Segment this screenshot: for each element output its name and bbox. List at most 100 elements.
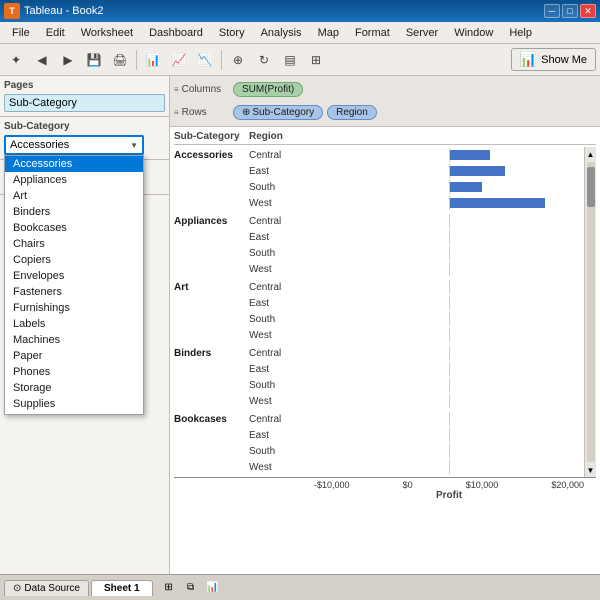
bar-acc-west (450, 198, 545, 208)
scroll-up-arrow[interactable]: ▲ (585, 147, 597, 161)
region-central-4: Central (249, 348, 314, 359)
toolbar-print[interactable]: 🖨 (108, 48, 132, 72)
dropdown-item-paper[interactable]: Paper (5, 348, 143, 364)
dropdown-item-tables[interactable]: Tables (5, 412, 143, 415)
columns-pill-profit[interactable]: SUM(Profit) (233, 82, 303, 97)
cat-name-accessories-s (174, 187, 249, 188)
dropdown-item-bookcases[interactable]: Bookcases (5, 220, 143, 236)
bar-area-bin-central (314, 346, 584, 360)
toolbar-chart2[interactable]: 📈 (167, 48, 191, 72)
duplicate-sheet-button[interactable]: ⧉ (181, 578, 201, 598)
data-source-tab[interactable]: ⊙ Data Source (4, 580, 89, 596)
menu-analysis[interactable]: Analysis (253, 25, 310, 41)
menu-help[interactable]: Help (501, 25, 540, 41)
menu-format[interactable]: Format (347, 25, 398, 41)
maximize-button[interactable]: □ (562, 4, 578, 18)
dropdown-item-accessories[interactable]: Accessories (5, 156, 143, 172)
scroll-thumb[interactable] (587, 167, 595, 207)
menu-window[interactable]: Window (446, 25, 501, 41)
pages-title: Pages (4, 80, 165, 91)
dropdown-item-fasteners[interactable]: Fasteners (5, 284, 143, 300)
toolbar-new[interactable]: ✦ (4, 48, 28, 72)
dropdown-item-appliances[interactable]: Appliances (5, 172, 143, 188)
category-group-accessories: Accessories Central (174, 147, 584, 211)
dropdown-item-art[interactable]: Art (5, 188, 143, 204)
dropdown-item-phones[interactable]: Phones (5, 364, 143, 380)
minimize-button[interactable]: ─ (544, 4, 560, 18)
cat-name-appliances-e (174, 237, 249, 238)
dropdown-item-labels[interactable]: Labels (5, 316, 143, 332)
rows-pill-subcategory[interactable]: ⊕ Sub-Category (233, 105, 323, 120)
show-me-icon: 📊 (520, 51, 537, 68)
cat-name-binders-s (174, 385, 249, 386)
pages-value[interactable]: Sub-Category (4, 94, 165, 112)
row-appliances-central: Appliances Central (174, 213, 584, 229)
sheet1-label: Sheet 1 (104, 583, 140, 594)
dropdown-item-copiers[interactable]: Copiers (5, 252, 143, 268)
dropdown-item-furnishings[interactable]: Furnishings (5, 300, 143, 316)
menu-worksheet[interactable]: Worksheet (73, 25, 141, 41)
cat-name-appliances: Appliances (174, 215, 249, 227)
pages-section: Pages Sub-Category (0, 76, 169, 117)
menu-dashboard[interactable]: Dashboard (141, 25, 211, 41)
rows-icon: ≡ (174, 108, 179, 117)
toolbar-forward[interactable]: ▶ (56, 48, 80, 72)
scroll-down-arrow[interactable]: ▼ (585, 463, 597, 477)
dropdown-item-storage[interactable]: Storage (5, 380, 143, 396)
cat-name-binders-e (174, 369, 249, 370)
bar-area-app-central (314, 214, 584, 228)
scroll-track[interactable] (587, 162, 595, 462)
region-west-5: West (249, 462, 314, 473)
bar-area-app-west (314, 262, 584, 276)
menu-story[interactable]: Story (211, 25, 253, 41)
dropdown-item-supplies[interactable]: Supplies (5, 396, 143, 412)
menu-server[interactable]: Server (398, 25, 446, 41)
cat-name-accessories-w (174, 203, 249, 204)
show-me-button[interactable]: 📊 Show Me (511, 48, 596, 71)
x-axis: -$10,000 $0 $10,000 $20,000 Profit (174, 477, 596, 507)
rows-shelf-label: ≡ Rows (174, 107, 229, 118)
region-central-2: Central (249, 216, 314, 227)
dropdown-item-chairs[interactable]: Chairs (5, 236, 143, 252)
close-button[interactable]: ✕ (580, 4, 596, 18)
toolbar-back[interactable]: ◀ (30, 48, 54, 72)
row-art-east: East (174, 295, 584, 311)
bar-area-bin-east (314, 362, 584, 376)
category-group-bookcases: Bookcases Central (174, 411, 584, 475)
dropdown-item-machines[interactable]: Machines (5, 332, 143, 348)
subcategory-section: Sub-Category Accessories ▼ Accessories A… (0, 117, 169, 160)
row-accessories-central: Accessories Central (174, 147, 584, 163)
toolbar-save[interactable]: 💾 (82, 48, 106, 72)
row-art-west: West (174, 327, 584, 343)
row-bookcases-south: South (174, 443, 584, 459)
region-south-3: South (249, 314, 314, 325)
row-appliances-west: West (174, 261, 584, 277)
menu-file[interactable]: File (4, 25, 38, 41)
toolbar-chart3[interactable]: 📉 (193, 48, 217, 72)
right-scrollbar[interactable]: ▲ ▼ (584, 147, 596, 477)
toolbar-filter[interactable]: ⊕ (226, 48, 250, 72)
subcategory-dropdown-trigger[interactable]: Accessories ▼ (4, 135, 144, 155)
dropdown-item-envelopes[interactable]: Envelopes (5, 268, 143, 284)
bar-area-acc-west (314, 196, 584, 210)
bar-area-acc-east (314, 164, 584, 178)
dropdown-item-binders[interactable]: Binders (5, 204, 143, 220)
toolbar-chart1[interactable]: 📊 (141, 48, 165, 72)
main-layout: Pages Sub-Category Sub-Category Accessor… (0, 76, 600, 574)
toolbar-group[interactable]: ▤ (278, 48, 302, 72)
add-dashboard-button[interactable]: 📊 (203, 578, 223, 598)
menu-map[interactable]: Map (310, 25, 347, 41)
sheet1-tab[interactable]: Sheet 1 (91, 580, 153, 596)
cat-name-bookcases-e (174, 435, 249, 436)
new-sheet-button[interactable]: ⊞ (159, 578, 179, 598)
rows-pill-region[interactable]: Region (327, 105, 377, 120)
menu-bar: File Edit Worksheet Dashboard Story Anal… (0, 22, 600, 44)
show-me-label: Show Me (541, 54, 587, 66)
dropdown-selected-value: Accessories (10, 139, 69, 151)
menu-edit[interactable]: Edit (38, 25, 73, 41)
toolbar-split[interactable]: ⊞ (304, 48, 328, 72)
bar-area-book-central (314, 412, 584, 426)
toolbar-refresh[interactable]: ↻ (252, 48, 276, 72)
title-bar: T Tableau - Book2 ─ □ ✕ (0, 0, 600, 22)
region-east-3: East (249, 298, 314, 309)
